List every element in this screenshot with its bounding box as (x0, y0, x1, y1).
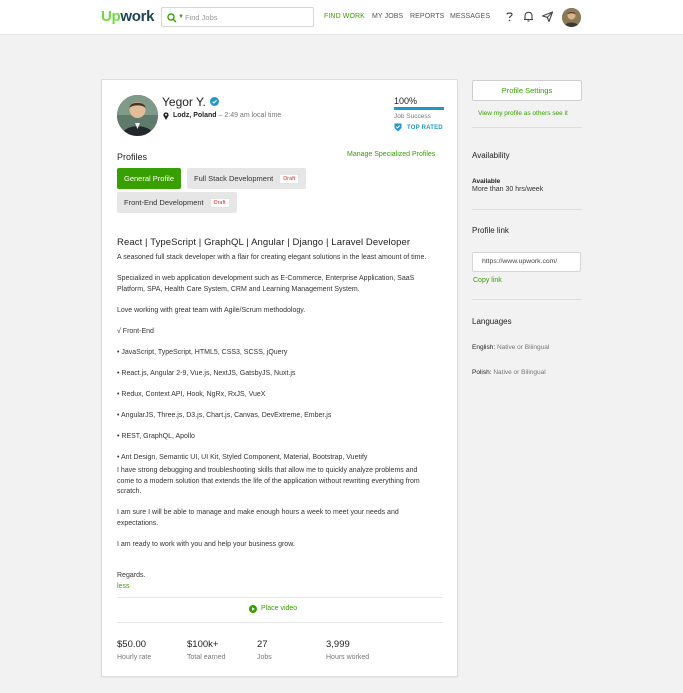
tab-label: Full Stack Development (194, 174, 274, 183)
description-paragraph: Love working with great team with Agile/… (117, 306, 306, 314)
profiles-heading: Profiles (117, 152, 148, 162)
description-paragraph: • REST, GraphQL, Apollo (117, 432, 195, 440)
top-rated-label: TOP RATED (407, 125, 443, 131)
stat-total-earned-value: $100k+ (187, 639, 219, 650)
stat-hours-worked-value: 3,999 (326, 639, 350, 650)
stat-hourly-rate-label: Hourly rate (117, 654, 152, 661)
job-success-bar (394, 107, 444, 110)
nav-messages[interactable]: MESSAGES (450, 13, 490, 20)
job-success-percent: 100% (394, 96, 418, 106)
stat-jobs-value: 27 (257, 639, 268, 650)
profile-description: A seasoned full stack developer with a f… (117, 253, 433, 603)
draft-badge: Draft (279, 174, 300, 185)
logo-work-text: work (120, 8, 155, 25)
logo-up-text: Up (101, 8, 121, 25)
tab-label: Front-End Development (124, 198, 204, 207)
divider (117, 622, 443, 623)
play-video-icon[interactable] (249, 605, 257, 613)
verified-badge-icon (210, 97, 219, 106)
sidebar-divider (472, 209, 582, 210)
search-input[interactable] (185, 11, 310, 24)
language-level: Native or Bilingual (493, 369, 546, 376)
location-pin-icon (163, 112, 169, 120)
local-time: 2:49 am local time (224, 112, 282, 119)
job-success-label: Job Success (394, 113, 431, 120)
profile-name: Yegor Y. (162, 95, 206, 109)
description-paragraph: √ Front-End (117, 327, 154, 335)
availability-heading: Availability (472, 151, 510, 160)
description-paragraph: • Redux, Context API, Hook, NgRx, RxJS, … (117, 390, 266, 398)
nav-find-work[interactable]: FIND WORK (324, 13, 365, 20)
availability-status: Available (472, 178, 501, 185)
profile-headline: React | TypeScript | GraphQL | Angular |… (117, 237, 411, 248)
tab-full-stack-development[interactable]: Full Stack Development Draft (187, 168, 307, 189)
place-video-link[interactable]: Place video (261, 605, 297, 612)
user-avatar[interactable] (562, 8, 581, 27)
sidebar-divider (472, 299, 582, 300)
nav-reports[interactable]: REPORTS (410, 13, 444, 20)
language-item: Polish: Native or Bilingual (472, 369, 546, 376)
description-paragraph: • AngularJS, Three.js, D3.js, Chart.js, … (117, 411, 332, 419)
language-item: English: Native or Bilingual (472, 344, 549, 351)
profile-link-heading: Profile link (472, 226, 509, 235)
search-icon[interactable] (167, 13, 177, 23)
description-paragraph: A seasoned full stack developer with a f… (117, 254, 427, 261)
stat-hourly-rate-value: $50.00 (117, 639, 147, 650)
language-level: Native or Bilingual (496, 344, 550, 351)
description-paragraph: Specialized in web application developme… (117, 275, 415, 293)
chevron-down-icon[interactable]: ▼ (178, 14, 184, 20)
view-profile-as-others-link[interactable]: View my profile as others see it (478, 110, 568, 117)
nav-my-jobs[interactable]: MY JOBS (372, 13, 403, 20)
show-less-link[interactable]: less (117, 583, 129, 590)
tab-front-end-development[interactable]: Front-End Development Draft (117, 192, 237, 213)
job-success-bar-fill (394, 107, 444, 110)
search-box: ▼ (161, 7, 314, 27)
profile-photo (117, 95, 158, 136)
language-name: English: (472, 344, 496, 351)
profile-card: Yegor Y. Lodz, Poland – 2:49 am local ti… (101, 79, 458, 677)
location-city: Lodz, Poland (173, 112, 217, 119)
description-paragraph: I have strong debugging and troubleshoot… (117, 467, 420, 495)
profile-settings-button[interactable]: Profile Settings (472, 80, 582, 101)
stat-total-earned-label: Total earned (187, 654, 226, 661)
language-name: Polish: (472, 369, 492, 376)
tab-general-profile[interactable]: General Profile (117, 168, 182, 189)
description-paragraph: • JavaScript, TypeScript, HTML5, CSS3, S… (117, 348, 288, 356)
languages-heading: Languages (472, 317, 512, 326)
manage-specialized-profiles-link[interactable]: Manage Specialized Profiles (347, 151, 435, 158)
description-paragraph: • Ant Design, Semantic UI, UI Kit, Style… (117, 453, 368, 461)
stat-jobs-label: Jobs (257, 654, 272, 661)
upwork-logo[interactable]: Upwork (101, 8, 155, 25)
tab-label: General Profile (124, 174, 175, 183)
stat-hours-worked-label: Hours worked (326, 654, 370, 661)
description-paragraph: • React.js, Angular 2-9, Vue.js, NextJS,… (117, 369, 296, 377)
description-paragraph: I am sure I will be able to manage and m… (117, 509, 399, 527)
top-navbar: Upwork ▼ FIND WORK MY JOBS REPORTS MESSA… (0, 0, 683, 35)
top-rated-badge-icon (394, 123, 402, 132)
regards-text: Regards. (117, 572, 146, 579)
availability-hours: More than 30 hrs/week (472, 186, 544, 193)
sidebar-divider (472, 127, 582, 128)
help-icon[interactable] (503, 10, 516, 23)
description-paragraph: I am ready to work with you and help you… (117, 540, 295, 548)
description-paragraph: Regards. less (117, 561, 433, 593)
profile-url-field[interactable]: https://www.upwork.com/ (472, 252, 581, 272)
draft-badge: Draft (209, 198, 230, 209)
send-icon[interactable] (541, 10, 554, 23)
copy-link-button[interactable]: Copy link (473, 277, 502, 284)
notifications-bell-icon[interactable] (522, 10, 535, 23)
divider (117, 597, 443, 598)
location-text: Lodz, Poland – 2:49 am local time (173, 112, 282, 119)
